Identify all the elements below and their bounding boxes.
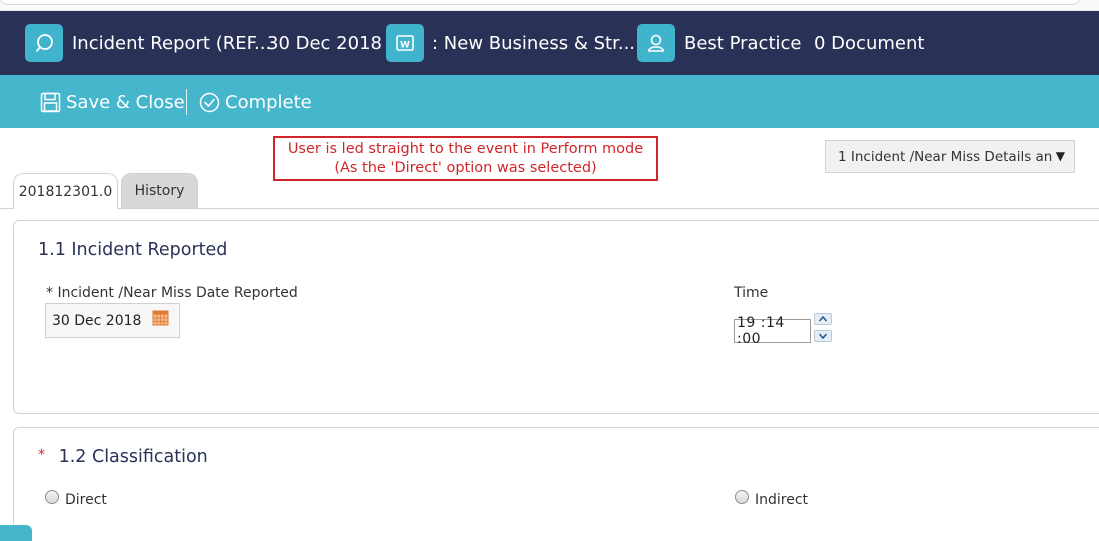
check-circle-icon xyxy=(199,92,220,112)
section-1-title: 1.1 Incident Reported xyxy=(38,240,228,260)
assignee-name: Best Practice xyxy=(684,32,802,54)
spin-down-icon[interactable] xyxy=(814,330,832,342)
record-header: Incident Report (REF... 30 Dec 2018 W : … xyxy=(0,11,1099,75)
address-bar-edge xyxy=(0,0,1080,5)
section-classification xyxy=(13,427,1099,541)
toolbar-divider xyxy=(186,89,187,115)
tab-history[interactable]: History xyxy=(121,173,198,209)
svg-text:W: W xyxy=(400,41,410,51)
radio-direct-label: Direct xyxy=(65,492,107,508)
annotation-callout: User is led straight to the event in Per… xyxy=(273,136,658,181)
workspace-item[interactable]: W : New Business & Str... xyxy=(386,24,636,62)
save-disk-icon xyxy=(40,92,61,112)
radio-indirect[interactable] xyxy=(735,490,749,504)
save-close-label: Save & Close xyxy=(66,91,185,113)
documents-item[interactable]: 0 Document xyxy=(805,25,924,61)
tab-version-label: 201812301.0 xyxy=(18,183,113,200)
user-icon xyxy=(637,24,675,62)
callout-line-2: (As the 'Direct' option was selected) xyxy=(334,160,597,176)
calendar-icon[interactable] xyxy=(152,309,169,330)
radio-indirect-label: Indirect xyxy=(755,492,809,508)
time-label: Time xyxy=(734,285,769,301)
radio-direct[interactable] xyxy=(45,490,59,504)
time-value: 19 :14 :00 xyxy=(737,315,785,347)
callout-line-1: User is led straight to the event in Per… xyxy=(287,141,644,157)
date-reported-value: 30 Dec 2018 xyxy=(52,312,142,329)
save-close-button[interactable]: Save & Close xyxy=(40,89,185,115)
header-date: 30 Dec 2018 xyxy=(267,32,382,54)
section-2-heading: * 1.2 Classification xyxy=(38,447,208,467)
search-bubble-icon xyxy=(25,24,63,62)
tab-version[interactable]: 201812301.0 xyxy=(13,173,118,209)
required-marker: * xyxy=(38,447,45,463)
section-2-title: 1.2 Classification xyxy=(58,447,208,467)
incident-title: Incident Report (REF... xyxy=(72,32,272,54)
chevron-down-icon: ▼ xyxy=(1055,149,1065,163)
date-reported-field[interactable]: 30 Dec 2018 xyxy=(45,303,180,338)
workspace-w-icon: W xyxy=(386,24,424,62)
complete-button[interactable]: Complete xyxy=(199,89,312,115)
date-reported-label: * Incident /Near Miss Date Reported xyxy=(46,285,298,301)
time-input[interactable]: 19 :14 :00 xyxy=(734,315,811,347)
browser-top-strip xyxy=(0,0,1099,11)
feedback-corner-tab[interactable] xyxy=(0,525,32,541)
section-select-value: 1 Incident /Near Miss Details an xyxy=(838,148,1052,165)
incident-title-item[interactable]: Incident Report (REF... xyxy=(25,24,272,62)
header-date-item: 30 Dec 2018 xyxy=(258,25,382,61)
section-select-dropdown[interactable]: 1 Incident /Near Miss Details an ▼ xyxy=(825,140,1075,173)
tab-history-label: History xyxy=(134,183,185,199)
assignee-item[interactable]: Best Practice xyxy=(637,24,802,62)
spin-up-icon[interactable] xyxy=(814,313,832,325)
complete-label: Complete xyxy=(225,91,312,113)
workspace-name: : New Business & Str... xyxy=(432,32,636,54)
documents-count: 0 Document xyxy=(814,32,925,54)
